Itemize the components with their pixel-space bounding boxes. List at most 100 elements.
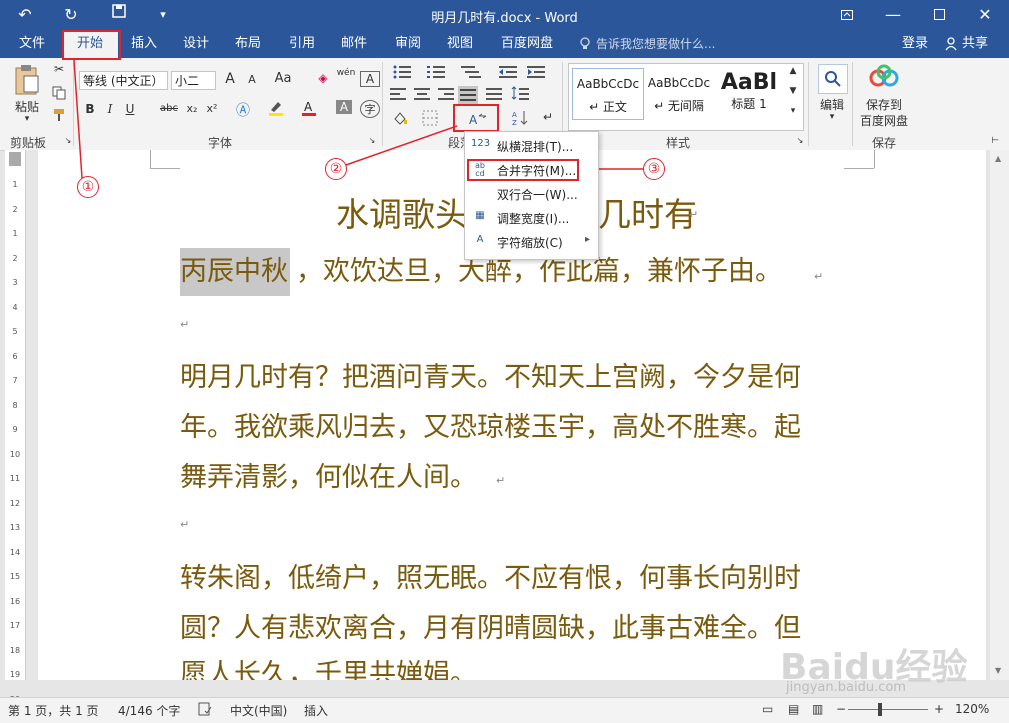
distributed-icon[interactable] — [484, 88, 504, 103]
increase-indent-icon[interactable] — [526, 65, 546, 82]
doc-para1-line1[interactable]: 明月几时有？把酒问青天。不知天上宫阙，今夕是何 — [180, 355, 801, 394]
proofing-icon[interactable] — [198, 702, 212, 719]
tab-baidu-pan[interactable]: 百度网盘 — [496, 30, 558, 58]
page-count[interactable]: 第 1 页，共 1 页 — [8, 702, 99, 719]
tab-view[interactable]: 视图 — [438, 30, 482, 58]
menu-item-fit-text[interactable]: ▦ 调整宽度(I)... — [465, 206, 598, 230]
font-color-icon[interactable]: A — [300, 100, 318, 119]
save-icon[interactable] — [108, 4, 130, 26]
clipboard-launcher-icon[interactable]: ↘ — [64, 136, 72, 145]
grow-font-icon[interactable]: A — [222, 71, 238, 87]
strikethrough-button[interactable]: abc — [158, 103, 180, 114]
highlighted-text[interactable]: 丙辰中秋 — [180, 248, 290, 296]
vertical-scrollbar[interactable]: ▲ ▼ — [990, 150, 1009, 680]
copy-icon[interactable] — [50, 86, 68, 103]
font-launcher-icon[interactable]: ↘ — [368, 136, 376, 145]
clear-formatting-icon[interactable]: ◈ — [314, 71, 332, 85]
font-size-select[interactable]: 小二 — [171, 71, 216, 90]
pin-ribbon-icon[interactable]: ⊢ — [988, 136, 1002, 146]
tab-design[interactable]: 设计 — [174, 30, 218, 58]
bold-button[interactable]: B — [82, 102, 98, 116]
editing-button[interactable]: 编辑 — [816, 96, 848, 113]
maximize-button[interactable] — [916, 0, 962, 30]
share-button[interactable]: 共享 — [960, 30, 990, 58]
doc-para1-line2[interactable]: 年。我欲乘风归去，又恐琼楼玉宇，高处不胜寒。起 — [180, 405, 801, 444]
customize-qat-icon[interactable]: ▾ — [152, 4, 174, 26]
line-spacing-icon[interactable] — [508, 86, 532, 103]
doc-para2-line3[interactable]: 愿人长久，千里共婵娟。 — [180, 652, 477, 680]
language-indicator[interactable]: 中文(中国) — [230, 702, 287, 719]
scroll-up-icon[interactable]: ▲ — [995, 154, 1001, 163]
cut-icon[interactable]: ✂ — [50, 62, 68, 76]
doc-para2-line2[interactable]: 圆？人有悲欢离合，月有阴晴圆缺，此事古难全。但 — [180, 606, 801, 645]
tab-review[interactable]: 审阅 — [386, 30, 430, 58]
sort-icon[interactable]: AZ — [510, 110, 530, 129]
redo-icon[interactable]: ↻ — [60, 4, 82, 26]
styles-more-icon[interactable]: ▾ — [786, 106, 800, 116]
undo-icon[interactable]: ↶ — [14, 4, 36, 26]
style-heading-1[interactable]: AaBl 标题 1 — [716, 68, 782, 118]
close-button[interactable]: ✕ — [962, 0, 1008, 30]
tab-mailings[interactable]: 邮件 — [332, 30, 376, 58]
phonetic-guide-icon[interactable]: wén — [336, 68, 356, 78]
login-link[interactable]: 登录 — [898, 30, 932, 58]
save-to-baidu-line2[interactable]: 百度网盘 — [856, 112, 912, 129]
decrease-indent-icon[interactable] — [498, 65, 518, 82]
show-marks-icon[interactable]: ↵ — [540, 110, 556, 124]
tab-insert[interactable]: 插入 — [122, 30, 166, 58]
zoom-level[interactable]: 120% — [955, 702, 989, 716]
tab-references[interactable]: 引用 — [280, 30, 324, 58]
menu-item-tate-chu-yoko[interactable]: 123 纵横混排(T)... — [465, 134, 598, 158]
styles-scroll-up-icon[interactable]: ▲ — [786, 66, 800, 76]
style-normal[interactable]: AaBbCcDc ↵ 正文 — [572, 68, 644, 120]
subscript-button[interactable]: x₂ — [184, 102, 200, 115]
insert-mode[interactable]: 插入 — [304, 702, 328, 719]
borders-icon[interactable] — [420, 110, 440, 129]
format-painter-icon[interactable] — [50, 108, 68, 125]
zoom-slider-thumb[interactable] — [878, 703, 882, 716]
read-mode-icon[interactable]: ▭ — [762, 702, 773, 716]
justify-icon[interactable] — [458, 86, 478, 104]
doc-para1-line3[interactable]: 舞弄清影，何似在人间。 — [180, 455, 477, 494]
character-shading-icon[interactable]: A — [336, 100, 352, 114]
bullets-icon[interactable] — [388, 65, 418, 82]
zoom-slider-track[interactable] — [848, 709, 928, 710]
print-layout-icon[interactable]: ▤ — [788, 702, 799, 716]
character-border-icon[interactable]: A — [360, 71, 380, 87]
zoom-out-button[interactable]: − — [836, 702, 846, 716]
paste-dropdown-icon[interactable]: ▾ — [18, 114, 36, 124]
text-effects-icon[interactable]: Ⓐ — [234, 100, 252, 120]
tab-layout[interactable]: 布局 — [226, 30, 270, 58]
italic-button[interactable]: I — [102, 102, 118, 116]
paste-icon[interactable] — [12, 64, 42, 98]
doc-para2-line1[interactable]: 转朱阁，低绮户，照无眠。不应有恨，何事长向别时 — [180, 556, 801, 595]
find-icon[interactable] — [818, 64, 848, 94]
editing-dropdown-icon[interactable]: ▾ — [826, 112, 838, 122]
align-left-icon[interactable] — [388, 88, 408, 103]
styles-scroll-down-icon[interactable]: ▼ — [786, 86, 800, 96]
font-name-select[interactable]: 等线 (中文正） — [79, 71, 168, 90]
tell-me-search[interactable]: 告诉我您想要做什么... — [596, 30, 726, 58]
change-case-icon[interactable]: Aa — [272, 71, 294, 86]
highlight-color-icon[interactable] — [266, 100, 286, 119]
save-to-baidu-line1[interactable]: 保存到 — [856, 96, 912, 113]
doc-title-left[interactable]: 水调歌头 — [336, 188, 468, 236]
style-no-spacing[interactable]: AaBbCcDc ↵ 无间隔 — [644, 68, 714, 118]
styles-launcher-icon[interactable]: ↘ — [796, 136, 804, 145]
paste-button[interactable]: 粘贴 — [12, 98, 42, 115]
underline-button[interactable]: U — [122, 102, 138, 116]
minimize-button[interactable]: — — [870, 0, 916, 30]
multilevel-list-icon[interactable] — [456, 65, 486, 82]
baidu-pan-icon[interactable] — [868, 64, 900, 92]
superscript-button[interactable]: x² — [204, 102, 220, 115]
menu-item-two-lines-in-one[interactable]: 双行合一(W)... — [465, 182, 598, 206]
menu-item-character-scaling[interactable]: A 字符缩放(C) ▸ — [465, 230, 598, 254]
align-center-icon[interactable] — [412, 88, 432, 103]
doc-title-right[interactable]: 几时有 — [598, 188, 697, 236]
shrink-font-icon[interactable]: A — [244, 73, 260, 86]
align-right-icon[interactable] — [436, 88, 456, 103]
web-layout-icon[interactable]: ▥ — [812, 702, 823, 716]
numbering-icon[interactable] — [422, 65, 452, 82]
shading-icon[interactable] — [390, 110, 410, 129]
ribbon-display-icon[interactable] — [824, 0, 870, 30]
